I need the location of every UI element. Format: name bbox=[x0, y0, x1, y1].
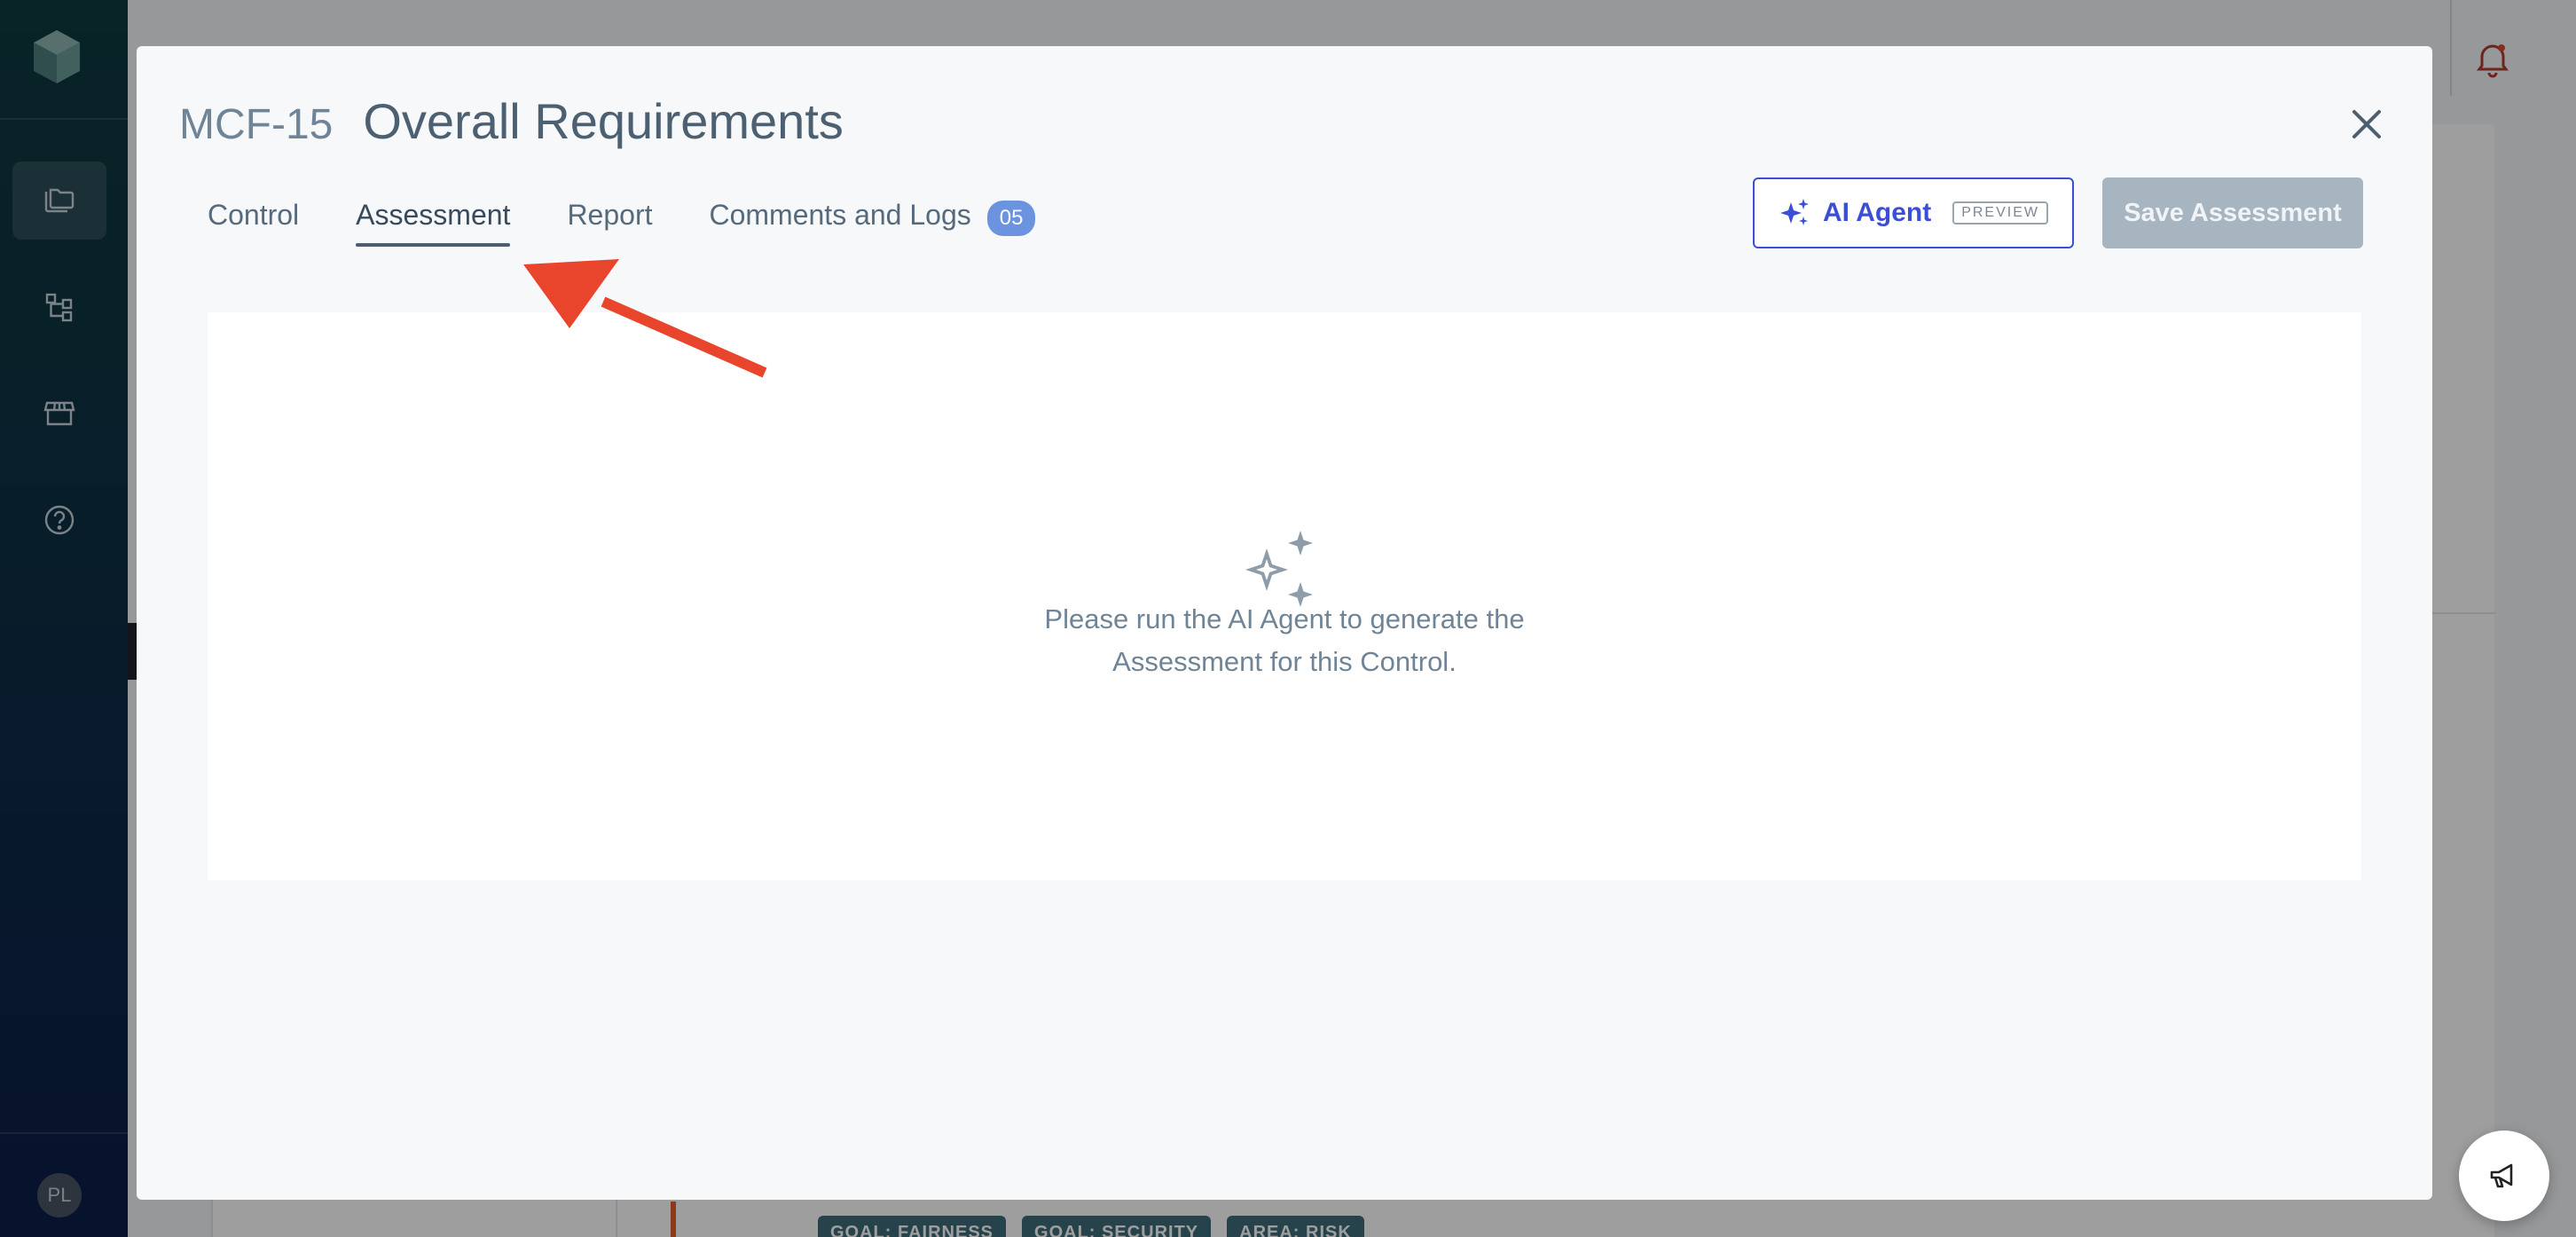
comments-count-badge: 05 bbox=[986, 201, 1036, 236]
tab-label: Assessment bbox=[356, 199, 511, 231]
modal-title: Overall Requirements bbox=[363, 93, 844, 149]
modal-header: MCF-15 Overall Requirements bbox=[179, 92, 844, 150]
tab-comments-and-logs[interactable]: Comments and Logs 05 bbox=[709, 199, 1036, 256]
close-icon bbox=[2352, 110, 2381, 138]
save-assessment-button[interactable]: Save Assessment bbox=[2102, 177, 2363, 248]
sparkles-icon bbox=[1779, 199, 1809, 225]
feedback-button[interactable] bbox=[2459, 1131, 2549, 1221]
empty-state-line: Assessment for this Control. bbox=[1112, 646, 1457, 677]
control-modal: MCF-15 Overall Requirements Control Asse… bbox=[137, 46, 2432, 1200]
control-code: MCF-15 bbox=[179, 101, 334, 148]
tab-label: Control bbox=[208, 199, 300, 231]
preview-badge: PREVIEW bbox=[1952, 201, 2048, 225]
tab-label: Report bbox=[567, 199, 653, 231]
ai-agent-label: AI Agent bbox=[1822, 198, 1932, 227]
tab-assessment[interactable]: Assessment bbox=[356, 199, 511, 256]
tab-label: Comments and Logs bbox=[709, 199, 971, 231]
close-button[interactable] bbox=[2344, 101, 2390, 147]
empty-state-message: Please run the AI Agent to generate the … bbox=[137, 598, 2432, 683]
empty-state-line: Please run the AI Agent to generate the bbox=[1044, 603, 1525, 634]
ai-agent-button[interactable]: AI Agent PREVIEW bbox=[1753, 177, 2074, 248]
modal-tabs: Control Assessment Report Comments and L… bbox=[208, 199, 1036, 256]
megaphone-icon bbox=[2490, 1163, 2513, 1188]
tab-control[interactable]: Control bbox=[208, 199, 299, 256]
tab-report[interactable]: Report bbox=[567, 199, 652, 256]
